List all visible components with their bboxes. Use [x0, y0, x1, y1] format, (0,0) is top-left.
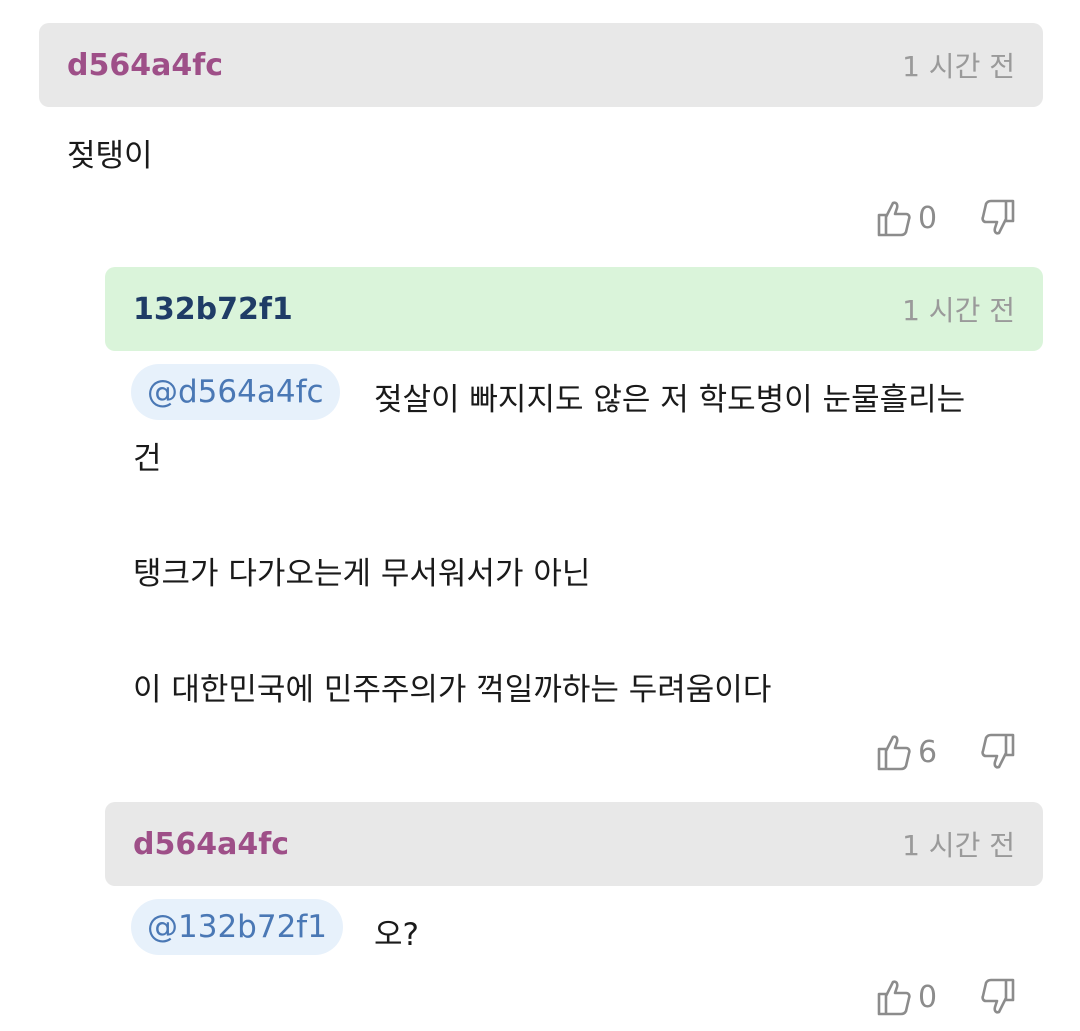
comment-body-line: 건 — [133, 441, 162, 477]
vote-row: 0 — [876, 198, 1016, 238]
thumbs-down-icon[interactable] — [980, 198, 1016, 238]
mention-tag[interactable]: @d564a4fc — [131, 364, 340, 420]
thumbs-down-icon[interactable] — [980, 732, 1016, 772]
comment-time: 1 시간 전 — [902, 294, 1015, 327]
comment-time: 1 시간 전 — [902, 50, 1015, 83]
thumbs-down-icon[interactable] — [980, 977, 1016, 1017]
reply-header: d564a4fc 1 시간 전 — [105, 802, 1043, 886]
comment-body-line: 이 대한민국에 민주주의가 꺽일까하는 두려움이다 — [133, 672, 772, 708]
comment-author[interactable]: 132b72f1 — [133, 292, 293, 327]
reply-header: 132b72f1 1 시간 전 — [105, 267, 1043, 351]
comment-time: 1 시간 전 — [902, 829, 1015, 862]
comment-author[interactable]: d564a4fc — [67, 48, 223, 83]
vote-row: 6 — [876, 732, 1016, 772]
comment-author[interactable]: d564a4fc — [133, 827, 289, 862]
mention-tag[interactable]: @132b72f1 — [131, 899, 343, 955]
comment-body: 오? — [374, 917, 419, 953]
like-count: 6 — [918, 734, 938, 770]
comment-body-line: 젖살이 빠지지도 않은 저 학도병이 눈물흘리는 — [374, 382, 966, 418]
thumbs-up-icon[interactable] — [876, 198, 912, 238]
like-count: 0 — [918, 979, 938, 1015]
thumbs-up-icon[interactable] — [876, 977, 912, 1017]
vote-row: 0 — [876, 977, 1016, 1017]
comment-header: d564a4fc 1 시간 전 — [39, 23, 1043, 107]
like-count: 0 — [918, 200, 938, 236]
comment-body: 젖탱이 — [67, 138, 153, 174]
thumbs-up-icon[interactable] — [876, 732, 912, 772]
comment-body-line: 탱크가 다가오는게 무서워서가 아닌 — [133, 556, 591, 592]
